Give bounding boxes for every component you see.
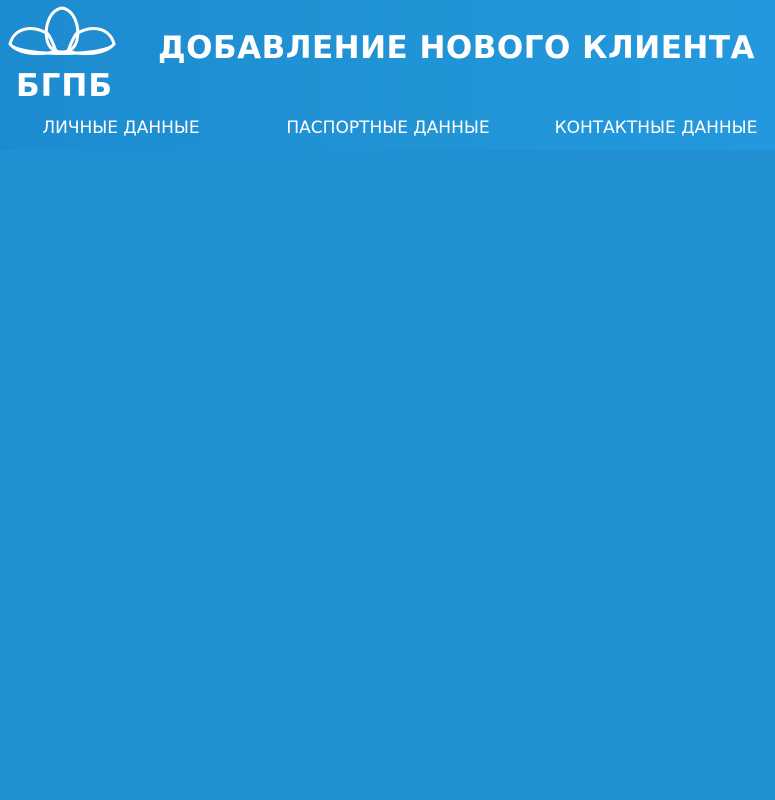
form-content-area (0, 150, 775, 800)
bank-logo: БГПБ (6, 4, 118, 104)
app-window: БГПБ ДОБАВЛЕНИЕ НОВОГО КЛИЕНТА ЛИЧНЫЕ ДА… (0, 0, 775, 800)
tab-bar: ЛИЧНЫЕ ДАННЫЕ ПАСПОРТНЫЕ ДАННЫЕ КОНТАКТН… (0, 110, 775, 148)
header-bar: БГПБ ДОБАВЛЕНИЕ НОВОГО КЛИЕНТА ЛИЧНЫЕ ДА… (0, 0, 775, 150)
page-title: ДОБАВЛЕНИЕ НОВОГО КЛИЕНТА (158, 30, 755, 66)
lotus-logo-icon (8, 6, 116, 56)
logo-text: БГПБ (16, 68, 113, 104)
tab-contact-data[interactable]: КОНТАКТНЫЕ ДАННЫЕ (542, 116, 770, 140)
tab-passport-data[interactable]: ПАСПОРТНЫЕ ДАННЫЕ (272, 116, 504, 140)
tab-personal-data[interactable]: ЛИЧНЫЕ ДАННЫЕ (21, 116, 221, 140)
